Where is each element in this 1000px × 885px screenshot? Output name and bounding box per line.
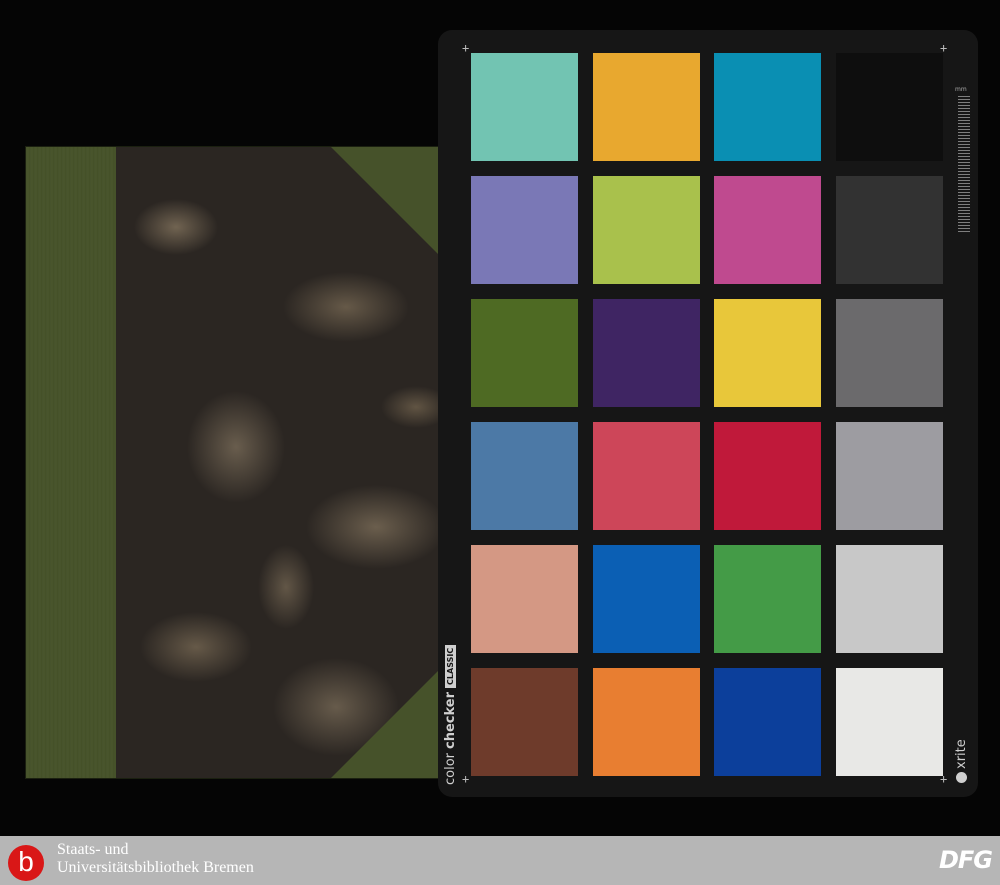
xrite-logo-icon xyxy=(956,772,967,783)
ruler-unit: mm xyxy=(955,86,967,93)
color-patch xyxy=(714,545,821,653)
dfg-logo[interactable]: DFG xyxy=(939,846,993,874)
color-patch xyxy=(836,422,943,530)
library-logo-icon[interactable]: b xyxy=(8,845,44,881)
color-patch xyxy=(714,53,821,161)
color-patch xyxy=(836,668,943,776)
ruler-scale xyxy=(958,96,970,234)
color-patch xyxy=(836,545,943,653)
color-patch xyxy=(714,176,821,284)
scan-area: + + + + mm color checker CLASSIC xrite xyxy=(0,0,1000,836)
registration-mark-icon: + xyxy=(940,772,948,786)
book-cover xyxy=(26,147,446,778)
color-patch xyxy=(593,299,700,407)
marbled-paper-board xyxy=(116,147,446,778)
registration-mark-icon: + xyxy=(940,41,948,55)
color-patch xyxy=(471,53,578,161)
color-patch xyxy=(714,422,821,530)
book-spine-cloth xyxy=(26,147,114,778)
brand-bold-text: checker xyxy=(443,691,458,749)
brand-light-text: color xyxy=(443,752,458,785)
color-patch xyxy=(471,545,578,653)
color-patch xyxy=(593,545,700,653)
colorchecker-brand: color checker CLASSIC xyxy=(443,644,458,785)
color-patch xyxy=(593,53,700,161)
xrite-text: xrite xyxy=(954,739,969,769)
registration-mark-icon: + xyxy=(462,772,470,786)
edition-badge: CLASSIC xyxy=(445,644,456,688)
color-patch xyxy=(471,176,578,284)
color-patch xyxy=(593,422,700,530)
color-patch xyxy=(593,668,700,776)
xrite-brand: xrite xyxy=(954,739,969,783)
color-patch xyxy=(593,176,700,284)
registration-mark-icon: + xyxy=(462,41,470,55)
color-patch xyxy=(471,299,578,407)
library-name-line2: Universitätsbibliothek Bremen xyxy=(57,859,254,876)
library-name-line1: Staats- und xyxy=(57,841,129,858)
color-patch xyxy=(836,53,943,161)
color-patch xyxy=(714,299,821,407)
color-patch xyxy=(471,422,578,530)
color-patch xyxy=(836,176,943,284)
color-patch xyxy=(714,668,821,776)
color-patch xyxy=(471,668,578,776)
footer-bar: b Staats- und Universitätsbibliothek Bre… xyxy=(0,836,1000,885)
color-patch xyxy=(836,299,943,407)
